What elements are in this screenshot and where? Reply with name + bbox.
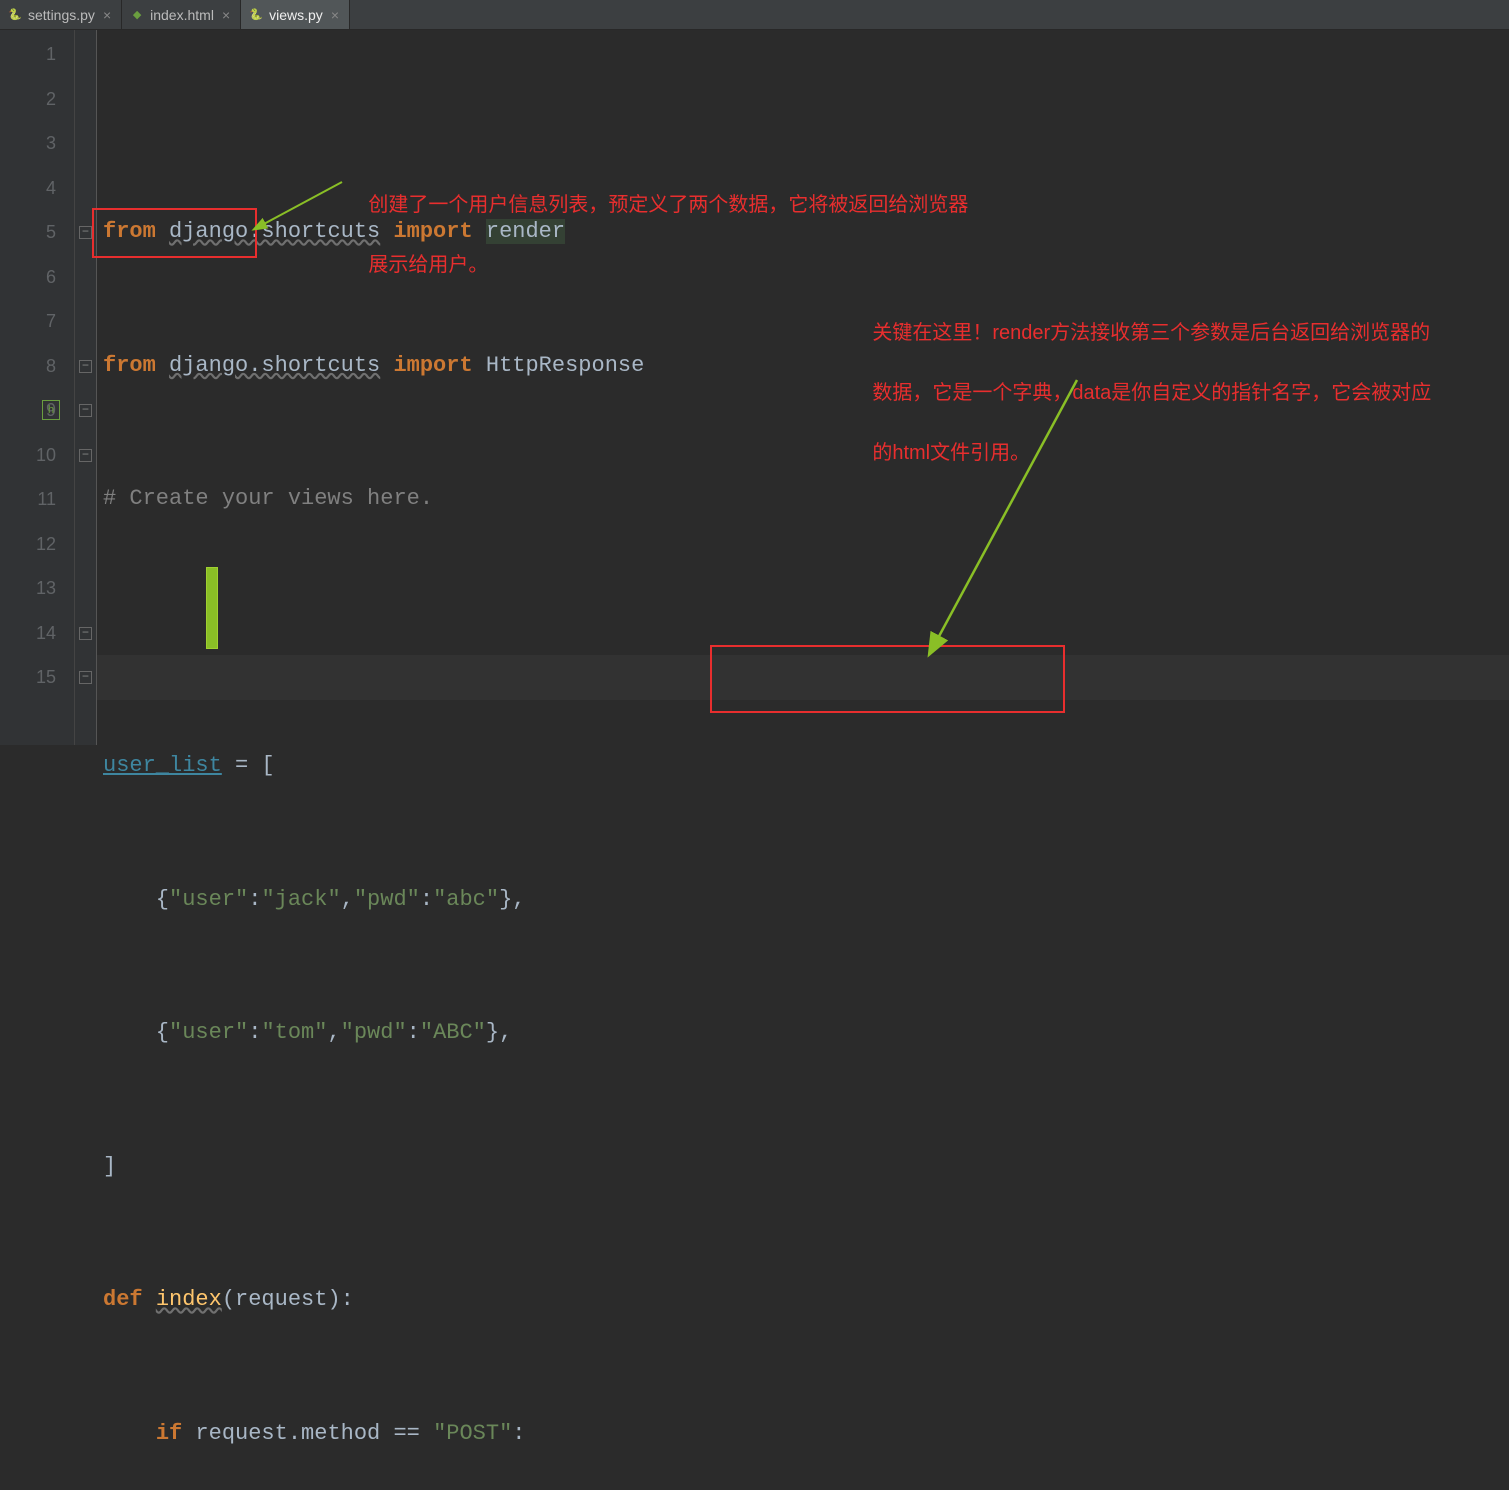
fold-column: − − − − − − [75, 30, 97, 745]
line-num: 15 [0, 655, 56, 700]
gutter: 1 2 3 4 5 6 7 8 9 10 11 12 13 14 15 h [0, 30, 75, 745]
code-line[interactable]: def index(request): [103, 1278, 1509, 1323]
line-num: 6 [0, 255, 56, 300]
line-num: 1 [0, 32, 56, 77]
tab-bar: 🐍 settings.py × ◆ index.html × 🐍 views.p… [0, 0, 1509, 30]
python-icon: 🐍 [249, 8, 263, 22]
code-line[interactable]: {"user":"jack","pwd":"abc"}, [103, 878, 1509, 923]
tab-label: index.html [150, 7, 214, 23]
line-num: 4 [0, 166, 56, 211]
annotation-rect [710, 645, 1065, 713]
code-line[interactable]: ] [103, 1145, 1509, 1190]
annotation-text: 关键在这里！render方法接收第三个参数是后台返回给浏览器的 数据，它是一个字… [839, 288, 1431, 498]
code-line[interactable]: if request.method == "POST": [103, 1412, 1509, 1457]
editor[interactable]: 1 2 3 4 5 6 7 8 9 10 11 12 13 14 15 h − … [0, 30, 1509, 745]
line-num: 2 [0, 77, 56, 122]
close-icon[interactable]: × [220, 7, 232, 23]
code-line[interactable]: user_list = [ [103, 744, 1509, 789]
code-area[interactable]: from django.shortcuts import render from… [97, 30, 1509, 745]
template-file-icon[interactable]: h [42, 400, 60, 420]
close-icon[interactable]: × [329, 7, 341, 23]
line-num: 12 [0, 522, 56, 567]
line-num: 7 [0, 299, 56, 344]
tab-label: settings.py [28, 7, 95, 23]
fold-toggle[interactable]: − [79, 671, 92, 684]
fold-toggle[interactable]: − [79, 627, 92, 640]
fold-toggle[interactable]: − [79, 404, 92, 417]
change-marker [207, 568, 217, 648]
code-line[interactable]: from django.shortcuts import HttpRespons… [103, 344, 1509, 389]
code-line[interactable]: from django.shortcuts import render [103, 210, 1509, 255]
tab-index-html[interactable]: ◆ index.html × [122, 0, 241, 29]
line-num: 3 [0, 121, 56, 166]
tab-label: views.py [269, 7, 323, 23]
tab-settings[interactable]: 🐍 settings.py × [0, 0, 122, 29]
fold-toggle[interactable]: − [79, 449, 92, 462]
fold-toggle[interactable]: − [79, 360, 92, 373]
close-icon[interactable]: × [101, 7, 113, 23]
python-icon: 🐍 [8, 8, 22, 22]
code-line[interactable] [103, 611, 1509, 656]
line-num: 14 [0, 611, 56, 656]
line-num: 8 [0, 344, 56, 389]
html-icon: ◆ [130, 8, 144, 22]
fold-toggle[interactable]: − [79, 226, 92, 239]
code-line[interactable]: {"user":"tom","pwd":"ABC"}, [103, 1011, 1509, 1056]
line-num: 5 [0, 210, 56, 255]
code-line[interactable]: # Create your views here. [103, 477, 1509, 522]
line-num: 11 [0, 477, 56, 522]
line-num: 10 [0, 433, 56, 478]
tab-views-py[interactable]: 🐍 views.py × [241, 0, 350, 29]
line-num: 13 [0, 566, 56, 611]
